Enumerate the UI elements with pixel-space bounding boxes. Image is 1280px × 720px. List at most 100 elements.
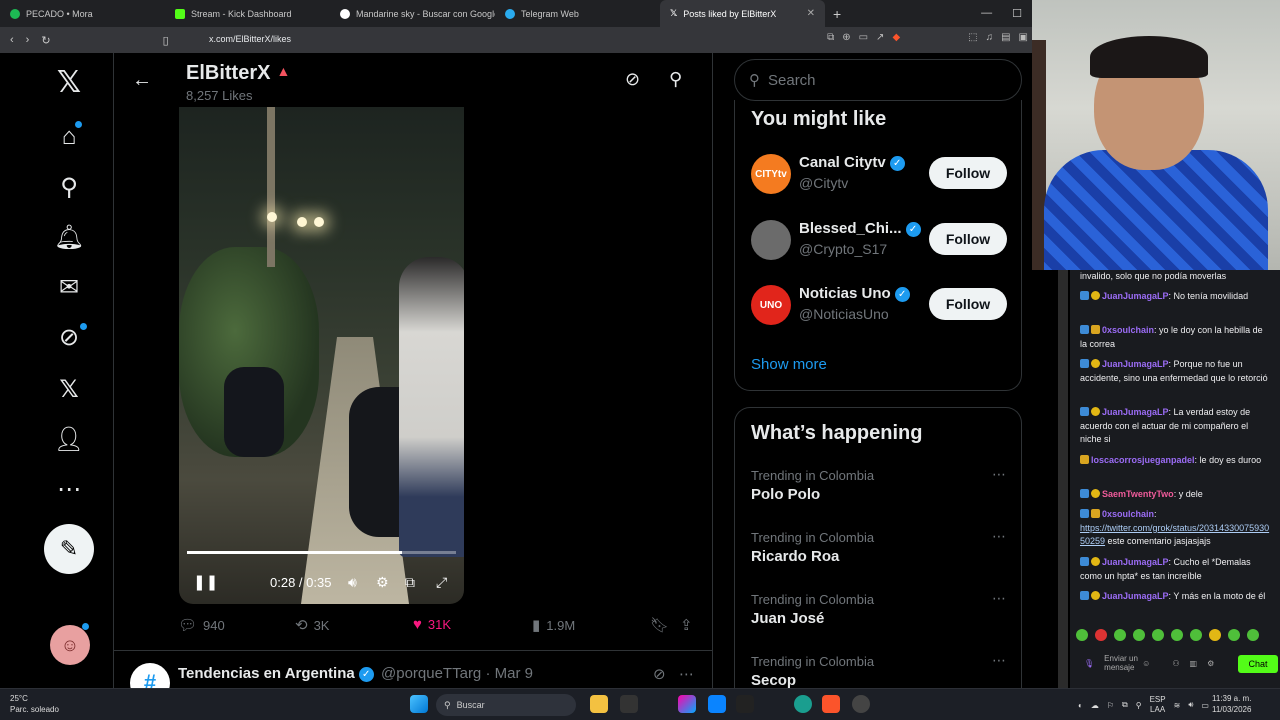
repost-button[interactable]: ⟲ 3K <box>295 616 329 634</box>
chat-username[interactable]: SaemTwentyTwo <box>1102 489 1174 499</box>
forward-nav-icon[interactable]: › <box>26 34 30 46</box>
account-avatar[interactable] <box>751 220 791 260</box>
terminal-icon[interactable] <box>620 695 638 713</box>
pause-icon[interactable]: ❚❚ <box>193 573 218 591</box>
page-scrollbar[interactable] <box>1058 270 1068 688</box>
browser-tab[interactable]: PECADO • Mora <box>0 0 165 27</box>
fullscreen-icon[interactable]: ⤢ <box>436 574 447 591</box>
volume-icon[interactable]: 🔊︎ <box>348 574 357 591</box>
chat-username[interactable]: JuanJumagaLP <box>1102 359 1169 369</box>
search-icon[interactable]: ⚲ <box>669 69 682 90</box>
zoom-icon[interactable]: ⊕ <box>842 32 850 43</box>
store-icon[interactable] <box>708 695 726 713</box>
reply-button[interactable]: 💬︎ 940 <box>178 616 225 634</box>
new-tab-button[interactable]: + <box>825 6 849 22</box>
follow-suggestion[interactable]: UNO Noticias Uno ✓ @NoticiasUno Follow <box>751 285 1007 325</box>
chat-username[interactable]: loscacorrosjueganpadel <box>1091 455 1195 465</box>
edge-icon[interactable] <box>794 695 812 713</box>
more-options-icon[interactable]: ⋯ <box>992 528 1007 545</box>
follow-button[interactable]: Follow <box>929 223 1007 255</box>
terminal-app-icon[interactable] <box>736 695 754 713</box>
taskbar-clock[interactable]: 11:39 a. m. 11/03/2026 <box>1212 693 1251 715</box>
emoji-icon[interactable]: ☺ <box>1142 659 1150 668</box>
wifi-icon[interactable]: ≋ <box>1174 701 1181 710</box>
tray-icon[interactable]: ⚲ <box>1136 701 1142 710</box>
emote-icon[interactable] <box>1114 629 1126 641</box>
language-indicator[interactable]: ESP LAA <box>1150 695 1166 715</box>
chat-send-button[interactable]: Chat <box>1238 655 1278 673</box>
compose-post-button[interactable]: ✎ <box>44 524 94 574</box>
account-name[interactable]: Noticias Uno ✓ <box>799 285 910 302</box>
emote-icon[interactable] <box>1209 629 1221 641</box>
search-input[interactable]: ⚲ Search <box>734 59 1022 101</box>
more-options-icon[interactable]: ⋯ <box>992 466 1007 483</box>
volume-icon[interactable]: 🔊︎ <box>1188 700 1193 710</box>
chat-username[interactable]: JuanJumagaLP <box>1102 291 1169 301</box>
notifications-bell-icon[interactable]: 🔔︎ <box>53 221 85 253</box>
extensions-icon[interactable]: ⬚ <box>968 32 977 43</box>
share-button[interactable]: ⇪ <box>680 616 693 634</box>
file-explorer-icon[interactable] <box>590 695 608 713</box>
browser-tab-active[interactable]: 𝕏 Posts liked by ElBitterX ✕ <box>660 0 825 27</box>
emote-icon[interactable] <box>1247 629 1259 641</box>
profile-icon[interactable]: 👤︎ <box>53 423 85 455</box>
taskbar-search[interactable]: ⚲ Buscar <box>436 694 576 716</box>
video-progress-bar[interactable] <box>187 551 456 554</box>
more-options-icon[interactable]: ⋯ <box>992 652 1007 669</box>
trend-item[interactable]: Trending in Colombia Polo Polo ⋯ <box>751 466 1007 503</box>
emote-icon[interactable] <box>1076 629 1088 641</box>
chat-username[interactable]: JuanJumagaLP <box>1102 407 1169 417</box>
grok-icon[interactable]: ⊘ <box>653 665 666 683</box>
chat-username[interactable]: 0xsoulchain <box>1102 509 1154 519</box>
gift-icon[interactable]: ▥ <box>1190 659 1198 668</box>
chat-username[interactable]: 0xsoulchain <box>1102 325 1154 335</box>
emote-icon[interactable] <box>1228 629 1240 641</box>
follow-button[interactable]: Follow <box>929 157 1007 189</box>
premium-x-icon[interactable]: 𝕏 <box>53 373 85 405</box>
messages-envelope-icon[interactable]: ✉ <box>53 271 85 303</box>
trend-item[interactable]: Trending in Colombia Ricardo Roa ⋯ <box>751 528 1007 565</box>
emote-icon[interactable] <box>1133 629 1145 641</box>
url-field[interactable]: x.com/ElBitterX/likes <box>209 34 291 44</box>
dock-video-icon[interactable]: ⧉ <box>405 574 415 591</box>
next-post-name[interactable]: Tendencias en Argentina ✓ <box>178 665 374 682</box>
reload-icon[interactable]: ↻ <box>41 34 50 47</box>
translate-icon[interactable]: ⧉ <box>827 32 834 43</box>
tray-icon[interactable]: ⚐ <box>1107 701 1114 710</box>
next-post[interactable]: # Tendencias en Argentina ✓ @porqueTTarg … <box>130 663 710 703</box>
chat-username[interactable]: JuanJumagaLP <box>1102 591 1169 601</box>
close-tab-icon[interactable]: ✕ <box>807 8 815 19</box>
microphone-icon[interactable]: 🎙︎ <box>1084 659 1094 668</box>
account-avatar[interactable]: CITYtv <box>751 154 791 194</box>
bookmark-icon[interactable]: ▯ <box>163 34 169 47</box>
follow-suggestion[interactable]: Blessed_Chi... ✓ @Crypto_S17 Follow <box>751 220 1007 260</box>
more-options-icon[interactable]: ⋯ <box>992 590 1007 607</box>
users-icon[interactable]: ⚇ <box>1172 659 1179 668</box>
more-icon[interactable]: ⋯ <box>53 473 85 505</box>
copilot-icon[interactable] <box>678 695 696 713</box>
emote-icon[interactable] <box>1152 629 1164 641</box>
follow-suggestion[interactable]: CITYtv Canal Citytv ✓ @Citytv Follow <box>751 154 1007 194</box>
brave-icon[interactable] <box>822 695 840 713</box>
follow-button[interactable]: Follow <box>929 288 1007 320</box>
account-name[interactable]: Canal Citytv ✓ <box>799 154 905 171</box>
sidebar-icon[interactable]: ▤ <box>1001 32 1010 43</box>
obs-icon[interactable] <box>852 695 870 713</box>
emote-icon[interactable] <box>1171 629 1183 641</box>
chat-username[interactable]: JuanJumagaLP <box>1102 557 1169 567</box>
browser-tab[interactable]: Mandarine sky - Buscar con Google <box>330 0 495 27</box>
grok-icon[interactable]: ⊘ <box>625 69 640 90</box>
minimize-icon[interactable]: — <box>981 7 992 20</box>
tray-icon[interactable]: ⧉ <box>1122 700 1128 710</box>
x-logo-icon[interactable]: 𝕏 <box>53 66 85 99</box>
show-more-link[interactable]: Show more <box>751 356 827 373</box>
settings-gear-icon[interactable]: ⚙ <box>376 574 389 591</box>
explore-search-icon[interactable]: ⚲ <box>53 171 85 203</box>
wallet-icon[interactable]: ▣ <box>1019 32 1028 43</box>
account-avatar[interactable]: UNO <box>751 285 791 325</box>
cast-icon[interactable]: ▭ <box>859 32 868 43</box>
account-avatar[interactable]: ☺ <box>50 625 90 665</box>
battery-icon[interactable]: ▭ <box>1201 701 1209 710</box>
browser-tab[interactable]: Stream - Kick Dashboard <box>165 0 330 27</box>
next-post-handle[interactable]: @porqueTTarg · Mar 9 <box>381 665 533 682</box>
